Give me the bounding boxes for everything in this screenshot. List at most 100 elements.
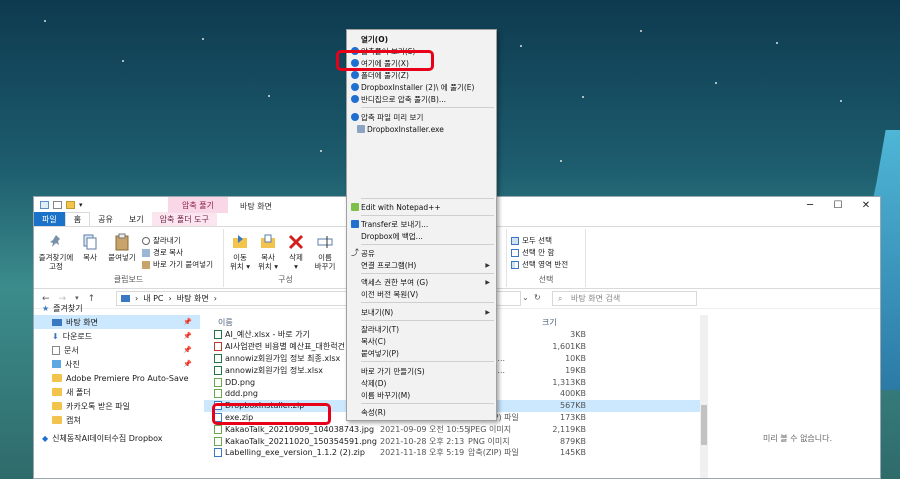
file-icon <box>214 365 222 375</box>
nav-item-kakaotalk[interactable]: 카카오톡 받은 파일 <box>34 399 200 413</box>
rename-button[interactable]: 이름 바꾸기 <box>312 233 338 271</box>
menu-bandizip-extract[interactable]: 반디집으로 압축 풀기(B)... <box>347 93 496 105</box>
tab-file[interactable]: 파일 <box>34 212 65 226</box>
nav-item-dropbox[interactable]: ◆ 신체동작AI데이터수집 Dropbox <box>34 431 200 445</box>
file-size: 1,601KB <box>552 342 586 352</box>
folder-icon <box>52 374 62 382</box>
file-name: KakaoTalk_20210909_104038743.jpg <box>225 424 375 434</box>
paste-button[interactable]: 붙여넣기 <box>106 233 138 262</box>
tab-share[interactable]: 공유 <box>90 212 121 226</box>
column-header-name[interactable]: 이름 <box>218 317 233 328</box>
navigation-pane: ★ 즐겨찾기 바탕 화면 📌 ⬇ 다운로드 📌 문서 📌 사진 📌 Adobe Prem… <box>34 301 200 478</box>
menu-create-shortcut[interactable]: 바로 가기 만들기(S) <box>347 365 496 377</box>
copy-path-button[interactable]: 경로 복사 <box>142 247 183 258</box>
tab-home[interactable]: 홈 <box>64 212 91 226</box>
menu-send-to[interactable]: 보내기(N) ▶ <box>347 306 496 318</box>
star <box>320 150 322 152</box>
copy-button[interactable]: 복사 <box>80 233 100 262</box>
preview-pane: 미리 볼 수 없습니다. <box>710 315 880 478</box>
pin-quick-access-button[interactable]: 즐겨찾기에 고정 <box>38 233 74 271</box>
invert-selection-icon <box>511 260 519 269</box>
annotation-highlight-file <box>212 403 331 425</box>
invert-selection-button[interactable]: 선택 영역 반전 <box>511 259 568 270</box>
menu-separator <box>361 302 494 303</box>
menu-copy[interactable]: 복사(C) <box>347 335 496 347</box>
menu-paste[interactable]: 붙여넣기(P) <box>347 347 496 359</box>
select-none-icon <box>511 248 519 257</box>
tab-compressed-folder-tools[interactable]: 압축 폴더 도구 <box>151 212 217 226</box>
maximize-button[interactable]: ☐ <box>824 197 852 213</box>
tab-view[interactable]: 보기 <box>121 212 152 226</box>
file-date: 2021-09-09 오전 10:55 <box>380 424 470 434</box>
file-name: Labelling_exe_version_1.1.2 (2).zip <box>225 448 365 458</box>
properties-icon[interactable] <box>53 201 62 209</box>
nav-item-pictures[interactable]: 사진 📌 <box>34 357 200 371</box>
menu-share[interactable]: ⤴ 공유 <box>347 247 496 259</box>
nav-item-desktop[interactable]: 바탕 화면 📌 <box>34 315 200 329</box>
menu-restore-previous[interactable]: 이전 버전 복원(V) <box>347 288 496 300</box>
menu-give-access[interactable]: 액세스 권한 부여 (G) ▶ <box>347 276 496 288</box>
menu-properties[interactable]: 속성(R) <box>347 406 496 418</box>
context-tab-header: 압축 풀기 <box>168 197 228 213</box>
star <box>268 95 270 97</box>
nav-item-downloads[interactable]: ⬇ 다운로드 📌 <box>34 329 200 343</box>
refresh-icon[interactable]: ↻ <box>534 293 541 302</box>
new-folder-icon[interactable] <box>66 201 75 209</box>
nav-item-documents[interactable]: 문서 📌 <box>34 343 200 357</box>
star <box>560 160 562 162</box>
pin-icon: 📌 <box>183 332 192 340</box>
folder-icon <box>52 402 62 410</box>
file-name: AI사업관련 비용별 예산표_대한럭건 <box>225 342 345 352</box>
file-icon <box>214 424 222 434</box>
menu-archive-entry[interactable]: DropboxInstaller.exe <box>347 123 496 135</box>
menu-cut[interactable]: 잘라내기(T) <box>347 323 496 335</box>
paste-shortcut-button[interactable]: 바로 가기 붙여넣기 <box>142 259 213 270</box>
menu-preview-archive[interactable]: 압축 파일 미리 보기 <box>347 111 496 123</box>
file-row[interactable]: Labelling_exe_version_1.1.2 (2).zip 2021-… <box>204 447 704 459</box>
select-all-icon <box>511 236 519 245</box>
dropbox-icon <box>351 220 359 228</box>
search-icon: ⌕ <box>558 294 563 303</box>
cut-button[interactable]: 잘라내기 <box>142 235 181 246</box>
menu-open[interactable]: 열기(O) <box>347 33 496 45</box>
file-list-scrollbar[interactable] <box>700 315 708 478</box>
minimize-button[interactable]: ─ <box>796 197 824 213</box>
file-icon <box>214 353 222 363</box>
menu-rename[interactable]: 이름 바꾸기(M) <box>347 389 496 401</box>
star-icon: ★ <box>42 303 50 313</box>
close-button[interactable]: ✕ <box>852 197 880 213</box>
copy-folder-icon <box>261 234 275 248</box>
nav-item-capture[interactable]: 캡쳐 <box>34 413 200 427</box>
pictures-icon <box>52 360 61 368</box>
file-row[interactable]: KakaoTalk_20210909_104038743.jpg 2021-09-… <box>204 423 704 435</box>
menu-open-with[interactable]: 연결 프로그램(H) ▶ <box>347 259 496 271</box>
quick-access-toolbar: ▾ <box>34 201 83 209</box>
menu-edit-notepad[interactable]: Edit with Notepad++ <box>347 201 496 213</box>
menu-dropbox-backup[interactable]: Dropbox에 백업... <box>347 230 496 242</box>
desktop-icon <box>52 318 62 326</box>
menu-separator <box>361 403 494 404</box>
file-name: annowiz회원가입 정보.xlsx <box>225 365 324 375</box>
nav-quick-access[interactable]: ★ 즐겨찾기 <box>34 301 200 315</box>
notepad-plus-icon <box>351 203 359 211</box>
scrollbar-thumb[interactable] <box>701 405 707 445</box>
select-all-button[interactable]: 모두 선택 <box>511 235 552 246</box>
pin-icon <box>50 235 60 247</box>
column-header-size[interactable]: 크기 <box>542 317 557 328</box>
nav-item-premiere[interactable]: Adobe Premiere Pro Auto-Save <box>34 371 200 385</box>
customize-toolbar-icon[interactable]: ▾ <box>79 201 83 209</box>
select-none-button[interactable]: 선택 안 함 <box>511 247 554 258</box>
window-icon <box>40 201 49 209</box>
menu-transfer[interactable]: Transfer로 보내기... <box>347 218 496 230</box>
menu-delete[interactable]: 삭제(D) <box>347 377 496 389</box>
copy-to-button[interactable]: 복사 위치 ▾ <box>256 233 280 271</box>
nav-item-new-folder[interactable]: 새 폴더 <box>34 385 200 399</box>
address-dropdown-icon[interactable]: ⌄ <box>522 293 529 302</box>
menu-extract-to-named[interactable]: DropboxInstaller (2)\ 에 풀기(E) <box>347 81 496 93</box>
submenu-arrow-icon: ▶ <box>485 308 490 316</box>
search-input[interactable]: ⌕ 바탕 화면 검색 <box>552 291 697 306</box>
file-row[interactable]: KakaoTalk_20211020_150354591.png 2021-10-… <box>204 435 704 447</box>
copy-icon <box>83 234 97 250</box>
delete-button[interactable]: 삭제 ▾ <box>286 233 306 271</box>
move-to-button[interactable]: 이동 위치 ▾ <box>228 233 252 271</box>
